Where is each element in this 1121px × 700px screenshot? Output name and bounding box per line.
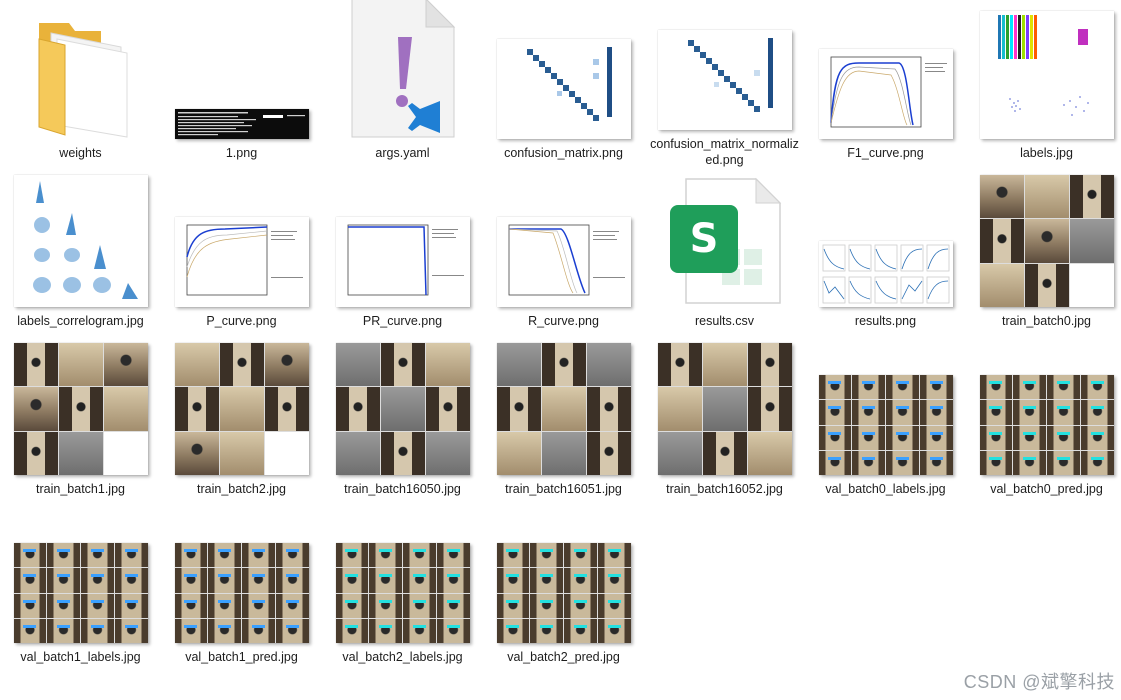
train-batch-thumbnail <box>979 175 1114 307</box>
val-batch-thumbnail <box>818 375 953 475</box>
file-name: val_batch2_pred.jpg <box>507 650 620 664</box>
file-name: R_curve.png <box>528 314 599 328</box>
file-item[interactable]: train_batch16052.jpg <box>644 336 805 504</box>
curve-thumbnail <box>496 217 631 307</box>
file-name: results.csv <box>694 314 755 328</box>
file-name: confusion_matrix_normalized.png <box>650 137 799 167</box>
file-grid: weights 1.png args.yaml confusion_matrix… <box>0 0 1121 672</box>
val-batch-thumbnail <box>335 543 470 643</box>
file-item[interactable]: train_batch0.jpg <box>966 168 1121 336</box>
file-item[interactable]: train_batch16051.jpg <box>483 336 644 504</box>
file-item[interactable]: args.yaml <box>322 0 483 168</box>
labels-thumbnail <box>979 11 1114 139</box>
file-name: confusion_matrix.png <box>504 146 623 160</box>
file-item[interactable]: train_batch16050.jpg <box>322 336 483 504</box>
file-name: train_batch0.jpg <box>1002 314 1091 328</box>
yaml-file-icon <box>351 0 455 138</box>
file-name: args.yaml <box>375 146 430 160</box>
file-name: F1_curve.png <box>847 146 924 160</box>
file-name: labels.jpg <box>1020 146 1073 160</box>
val-batch-thumbnail <box>13 543 148 643</box>
file-item[interactable]: S results.csv <box>644 168 805 336</box>
file-name: 1.png <box>225 146 258 160</box>
val-batch-thumbnail <box>174 543 309 643</box>
file-item[interactable]: val_batch1_labels.jpg <box>0 504 161 672</box>
file-item[interactable]: val_batch0_pred.jpg <box>966 336 1121 504</box>
file-item[interactable]: confusion_matrix_normalized.png <box>644 0 805 168</box>
file-name: results.png <box>854 314 917 328</box>
train-batch-thumbnail <box>496 343 631 475</box>
confusion-matrix-normalized-thumbnail <box>657 30 792 130</box>
curve-thumbnail <box>335 217 470 307</box>
val-batch-thumbnail <box>496 543 631 643</box>
file-item[interactable]: PR_curve.png <box>322 168 483 336</box>
file-name: val_batch1_labels.jpg <box>20 650 141 664</box>
train-batch-thumbnail <box>13 343 148 475</box>
file-name: P_curve.png <box>206 314 277 328</box>
file-item[interactable]: val_batch0_labels.jpg <box>805 336 966 504</box>
file-name: val_batch2_labels.jpg <box>342 650 463 664</box>
file-item[interactable]: labels.jpg <box>966 0 1121 168</box>
file-name: val_batch0_pred.jpg <box>990 482 1103 496</box>
file-item[interactable]: val_batch1_pred.jpg <box>161 504 322 672</box>
file-item[interactable]: confusion_matrix.png <box>483 0 644 168</box>
svg-text:S: S <box>689 216 718 262</box>
spreadsheet-file-icon: S <box>669 177 781 304</box>
file-item[interactable]: val_batch2_labels.jpg <box>322 504 483 672</box>
file-item[interactable]: results.png <box>805 168 966 336</box>
file-item[interactable]: val_batch2_pred.jpg <box>483 504 644 672</box>
train-batch-thumbnail <box>335 343 470 475</box>
file-item[interactable]: labels_correlogram.jpg <box>0 168 161 336</box>
file-name: val_batch1_pred.jpg <box>185 650 298 664</box>
file-name: train_batch2.jpg <box>197 482 286 496</box>
file-name: train_batch16050.jpg <box>344 482 461 496</box>
train-batch-thumbnail <box>657 343 792 475</box>
correlogram-thumbnail <box>13 175 148 307</box>
file-item[interactable]: 1.png <box>161 0 322 168</box>
file-name: train_batch16052.jpg <box>666 482 783 496</box>
file-name: PR_curve.png <box>362 314 443 328</box>
file-name: train_batch1.jpg <box>36 482 125 496</box>
file-name: labels_correlogram.jpg <box>17 314 144 328</box>
file-item[interactable]: train_batch2.jpg <box>161 336 322 504</box>
file-name: weights <box>59 146 102 160</box>
file-item[interactable]: P_curve.png <box>161 168 322 336</box>
folder-icon <box>38 23 127 138</box>
file-item[interactable]: weights <box>0 0 161 168</box>
confusion-matrix-thumbnail <box>496 39 631 139</box>
file-item[interactable]: R_curve.png <box>483 168 644 336</box>
results-thumbnail <box>818 241 953 307</box>
curve-thumbnail <box>174 217 309 307</box>
file-item[interactable]: train_batch1.jpg <box>0 336 161 504</box>
file-name: train_batch16051.jpg <box>505 482 622 496</box>
file-item[interactable]: F1_curve.png <box>805 0 966 168</box>
train-batch-thumbnail <box>174 343 309 475</box>
file-name: val_batch0_labels.jpg <box>825 482 946 496</box>
val-batch-thumbnail <box>979 375 1114 475</box>
terminal-thumbnail <box>174 109 309 139</box>
watermark: CSDN @斌擎科技 <box>963 672 1115 692</box>
curve-thumbnail <box>818 49 953 139</box>
